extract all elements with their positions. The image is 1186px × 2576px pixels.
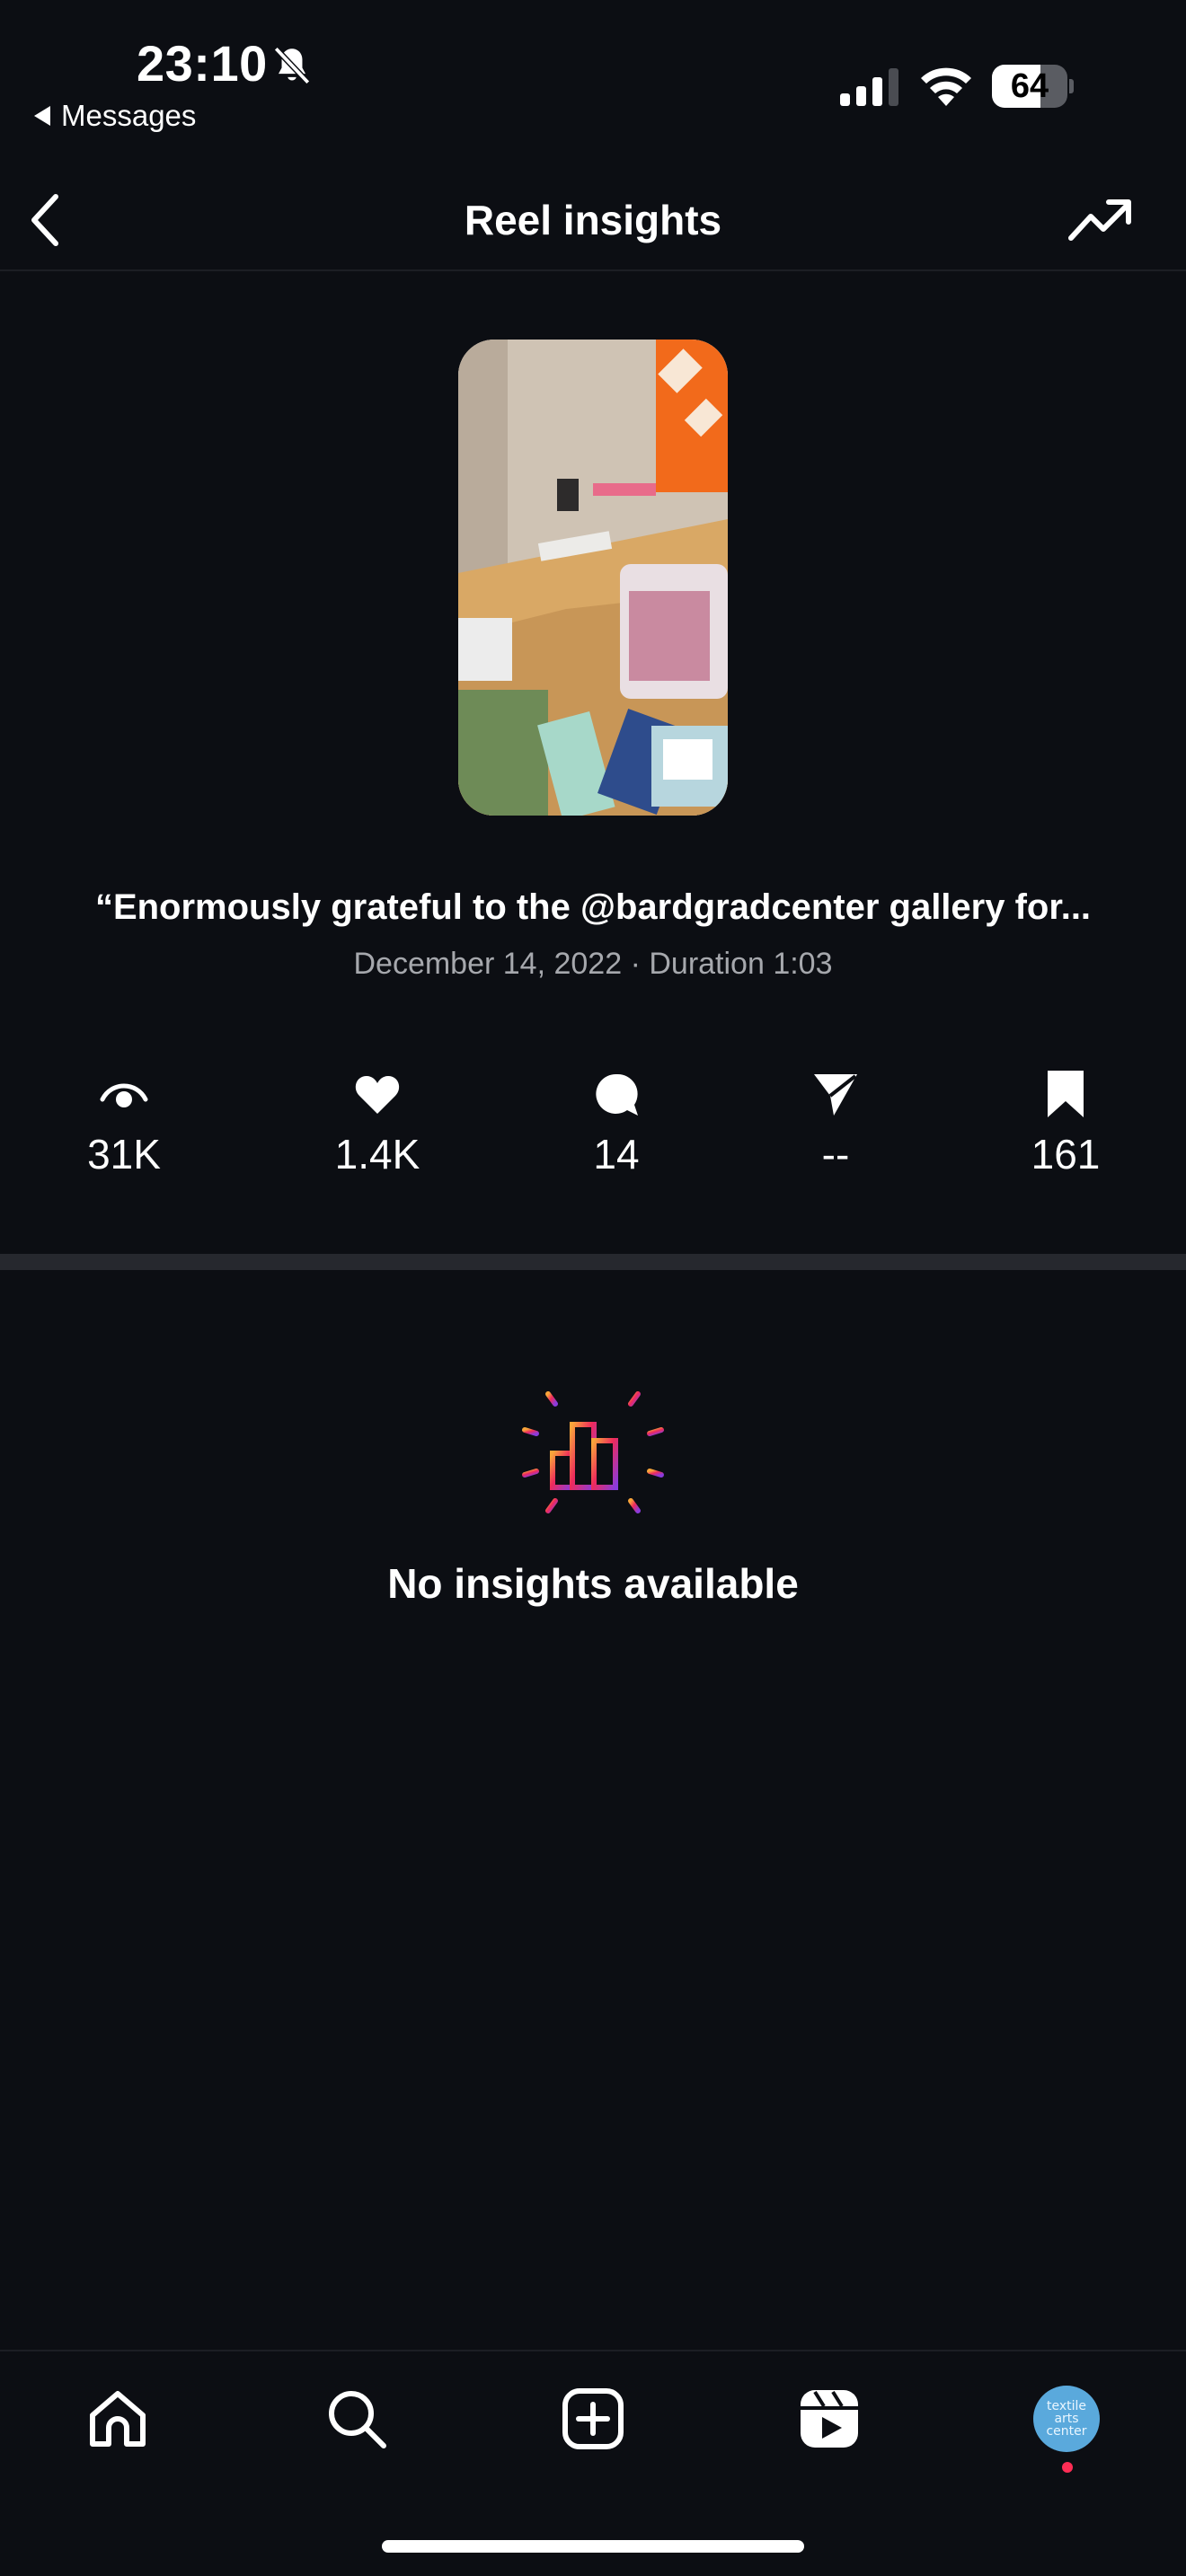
bottom-nav: textile arts center (0, 2351, 1186, 2486)
wifi-icon (921, 67, 971, 106)
share-icon (814, 1074, 857, 1116)
reel-thumbnail-image (458, 340, 728, 816)
nav-create[interactable] (553, 2378, 633, 2459)
battery-icon: 64 (992, 65, 1074, 108)
stat-likes-value: 1.4K (334, 1131, 420, 1178)
home-icon (90, 2391, 146, 2447)
home-indicator[interactable] (382, 2540, 804, 2553)
reel-meta: December 14, 2022 · Duration 1:03 (0, 947, 1186, 982)
stat-shares-value: -- (821, 1131, 850, 1178)
stat-views-value: 31K (87, 1131, 161, 1178)
trend-button[interactable] (1066, 193, 1136, 247)
battery-percent: 64 (1010, 67, 1049, 105)
nav-profile[interactable]: textile arts center (1026, 2378, 1107, 2459)
profile-avatar: textile arts center (1033, 2386, 1100, 2452)
search-icon (329, 2391, 386, 2448)
stat-comments-value: 14 (593, 1131, 640, 1178)
stat-shares: -- (746, 1069, 925, 1178)
meta-separator: · (630, 947, 641, 981)
nav-search[interactable] (316, 2378, 397, 2459)
avatar-text-line-2: arts (1054, 2412, 1079, 2426)
status-bar: 23:10 Messages 64 (0, 0, 1186, 153)
section-divider (0, 1254, 1186, 1270)
reel-caption: “Enormously grateful to the @bardgradcen… (94, 887, 1092, 927)
stats-row: 31K 1.4K 14 -- 161 (0, 1069, 1186, 1195)
back-button[interactable] (27, 180, 81, 260)
stat-saves: 161 (976, 1069, 1155, 1178)
avatar-text-line-3: center (1046, 2424, 1087, 2439)
page-title: Reel insights (464, 197, 722, 243)
notification-dot (1062, 2462, 1073, 2473)
heart-icon (355, 1076, 400, 1114)
avatar-text-line-1: textile (1046, 2399, 1087, 2413)
empty-state-message: No insights available (387, 1560, 799, 1607)
insights-chart-icon (522, 1379, 664, 1530)
trending-up-icon (1068, 199, 1131, 241)
header-divider (0, 269, 1186, 271)
stat-comments: 14 (527, 1069, 706, 1178)
status-time: 23:10 (137, 35, 268, 92)
stat-saves-value: 161 (1031, 1131, 1101, 1178)
bookmark-icon (1048, 1071, 1084, 1117)
reel-duration: Duration 1:03 (649, 947, 833, 981)
header: Reel insights (0, 171, 1186, 269)
stat-likes: 1.4K (288, 1069, 467, 1178)
nav-reels[interactable] (789, 2378, 870, 2459)
back-triangle-icon (34, 106, 50, 126)
nav-home[interactable] (77, 2378, 158, 2459)
create-icon (562, 2388, 624, 2449)
back-to-messages-link[interactable]: Messages (34, 99, 196, 133)
reel-date: December 14, 2022 (353, 947, 623, 981)
stat-views: 31K (34, 1069, 214, 1178)
comment-icon (596, 1073, 638, 1116)
eye-icon (100, 1083, 148, 1107)
reel-thumbnail[interactable] (458, 340, 728, 816)
bell-slash-icon (273, 46, 311, 85)
back-app-label: Messages (61, 99, 197, 132)
reels-icon (801, 2390, 858, 2448)
cellular-signal-icon (840, 68, 898, 106)
chevron-left-icon (31, 194, 58, 246)
